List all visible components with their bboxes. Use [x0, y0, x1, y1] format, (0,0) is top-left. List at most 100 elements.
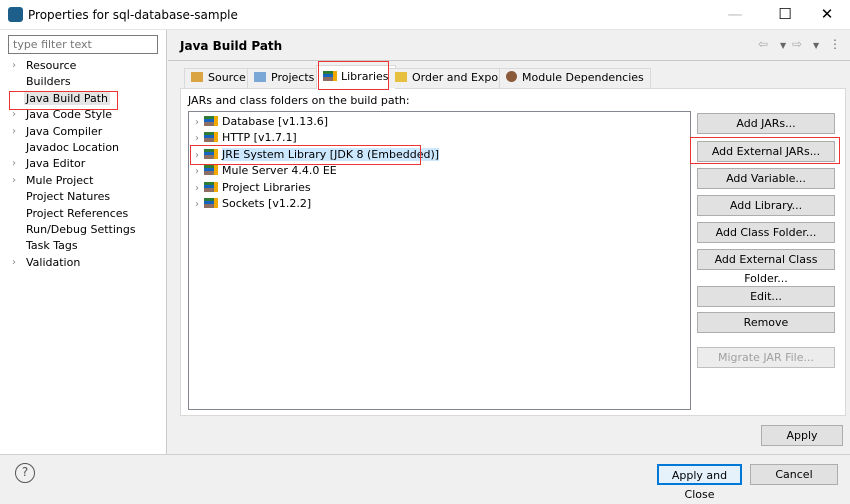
- library-icon: [204, 198, 218, 208]
- library-icon: [204, 148, 218, 159]
- library-item[interactable]: › JRE System Library [JDK 8 (Embedded)]: [195, 147, 440, 163]
- tab-label: Module Dependencies: [522, 71, 644, 84]
- sidebar-item[interactable]: Run/Debug Settings: [26, 222, 136, 238]
- maximize-button[interactable]: ☐: [762, 0, 808, 30]
- sidebar-item[interactable]: › Validation: [12, 255, 81, 271]
- add-external-jars-button[interactable]: Add External JARs...: [697, 141, 835, 162]
- sidebar-item-label: Validation: [26, 255, 81, 269]
- tab-order-export[interactable]: Order and Export: [388, 68, 514, 88]
- library-item[interactable]: › Project Libraries: [195, 180, 311, 196]
- more-menu-icon[interactable]: ⋮: [829, 37, 841, 51]
- sidebar-item[interactable]: › Java Compiler: [12, 124, 103, 140]
- tab-label: Libraries: [341, 70, 389, 83]
- sidebar-item[interactable]: › Java Code Style: [12, 107, 113, 123]
- sidebar-item-label: Java Build Path: [24, 91, 111, 105]
- back-icon[interactable]: ⇦: [758, 37, 768, 51]
- sidebar-item-label: Java Compiler: [26, 124, 103, 138]
- libraries-label: JARs and class folders on the build path…: [188, 94, 410, 107]
- chevron-right-icon[interactable]: ›: [12, 156, 16, 172]
- library-icon: [323, 71, 337, 81]
- tab-source[interactable]: Source: [184, 68, 253, 88]
- chevron-right-icon[interactable]: ›: [195, 199, 199, 210]
- chevron-right-icon[interactable]: ›: [12, 107, 16, 123]
- libraries-tree[interactable]: › Database [v1.13.6] › HTTP [v1.7.1] › JRE Sy…: [188, 111, 691, 410]
- tab-libraries[interactable]: Libraries: [316, 65, 396, 89]
- sidebar-item-label: Java Code Style: [26, 108, 113, 122]
- add-jars-button[interactable]: Add JARs...: [697, 113, 835, 134]
- sidebar-item-label: Task Tags: [26, 239, 78, 253]
- chevron-right-icon[interactable]: ›: [12, 124, 16, 140]
- forward-menu-icon[interactable]: ▼: [813, 41, 819, 50]
- sidebar-item-label: Project Natures: [26, 190, 111, 204]
- sidebar-item[interactable]: Builders: [26, 74, 71, 90]
- library-icon: [204, 132, 218, 143]
- chevron-right-icon[interactable]: ›: [195, 150, 199, 161]
- library-icon: [204, 181, 218, 192]
- add-library-button[interactable]: Add Library...: [697, 195, 835, 216]
- library-item[interactable]: › Sockets [v1.2.2]: [195, 196, 311, 212]
- chevron-right-icon[interactable]: ›: [12, 58, 16, 74]
- migrate-jar-button[interactable]: Migrate JAR File...: [697, 347, 835, 368]
- module-icon: [506, 71, 517, 82]
- chevron-right-icon[interactable]: ›: [12, 173, 16, 189]
- cancel-button[interactable]: Cancel: [750, 464, 838, 485]
- apply-button[interactable]: Apply: [761, 425, 843, 446]
- sidebar-item-label: Resource: [26, 59, 77, 72]
- sidebar-item-label: Javadoc Location: [26, 141, 120, 154]
- window-title: Properties for sql-database-sample: [28, 8, 238, 22]
- sidebar-item[interactable]: › Mule Project: [12, 173, 94, 189]
- close-button[interactable]: ✕: [804, 0, 850, 30]
- add-variable-button[interactable]: Add Variable...: [697, 168, 835, 189]
- tab-projects[interactable]: Projects: [247, 68, 322, 88]
- sidebar-item[interactable]: Task Tags: [26, 238, 78, 254]
- edit-button[interactable]: Edit...: [697, 286, 835, 307]
- tab-label: Source: [208, 71, 246, 84]
- library-item[interactable]: › Mule Server 4.4.0 EE: [195, 163, 337, 179]
- add-class-folder-button[interactable]: Add Class Folder...: [697, 222, 835, 243]
- add-external-class-folder-button[interactable]: Add External Class Folder...: [697, 249, 835, 285]
- sidebar-item[interactable]: Project References: [26, 206, 128, 222]
- sidebar-item-label: Run/Debug Settings: [26, 223, 136, 236]
- order-icon: [395, 72, 407, 82]
- sidebar-item-label: Mule Project: [26, 173, 94, 187]
- sidebar-item-label: Project References: [26, 206, 129, 220]
- divider: [0, 454, 850, 455]
- page-title: Java Build Path: [180, 39, 283, 53]
- sidebar-item-label: Builders: [26, 75, 71, 89]
- sidebar-item[interactable]: Javadoc Location: [26, 140, 119, 156]
- chevron-right-icon[interactable]: ›: [195, 166, 199, 177]
- library-item[interactable]: › HTTP [v1.7.1]: [195, 130, 297, 146]
- source-icon: [191, 72, 203, 82]
- library-item[interactable]: › Database [v1.13.6]: [195, 114, 328, 130]
- library-label: Sockets [v1.2.2]: [222, 197, 312, 210]
- sidebar-item[interactable]: Project Natures: [26, 189, 110, 205]
- title-bar: Properties for sql-database-sample — ☐ ✕: [0, 0, 850, 30]
- sidebar-item[interactable]: Java Build Path: [24, 91, 111, 107]
- chevron-right-icon[interactable]: ›: [12, 255, 16, 271]
- remove-button[interactable]: Remove: [697, 312, 835, 333]
- divider: [168, 60, 850, 61]
- chevron-right-icon[interactable]: ›: [195, 117, 199, 128]
- sidebar-item-label: Java Editor: [26, 157, 86, 171]
- library-label: JRE System Library [JDK 8 (Embedded)]: [222, 147, 440, 161]
- folder-icon: [254, 72, 266, 82]
- library-icon: [204, 116, 218, 126]
- minimize-button[interactable]: —: [712, 0, 758, 30]
- chevron-right-icon[interactable]: ›: [195, 183, 199, 194]
- tab-label: Order and Export: [412, 71, 507, 84]
- app-icon: [8, 7, 23, 22]
- chevron-right-icon[interactable]: ›: [195, 133, 199, 144]
- back-menu-icon[interactable]: ▼: [780, 41, 786, 50]
- library-label: Database [v1.13.6]: [222, 115, 329, 128]
- library-icon: [204, 165, 218, 176]
- filter-input[interactable]: [8, 35, 158, 54]
- library-label: HTTP [v1.7.1]: [222, 131, 297, 145]
- tab-module-dependencies[interactable]: Module Dependencies: [499, 68, 651, 88]
- forward-icon[interactable]: ⇨: [792, 37, 802, 51]
- sidebar-item[interactable]: › Java Editor: [12, 156, 86, 172]
- sidebar: › Resource Builders Java Build Path › Java Co…: [0, 30, 167, 454]
- apply-and-close-button[interactable]: Apply and Close: [657, 464, 742, 501]
- help-icon[interactable]: ?: [15, 463, 35, 483]
- library-label: Project Libraries: [222, 180, 311, 194]
- sidebar-item[interactable]: › Resource: [12, 58, 77, 74]
